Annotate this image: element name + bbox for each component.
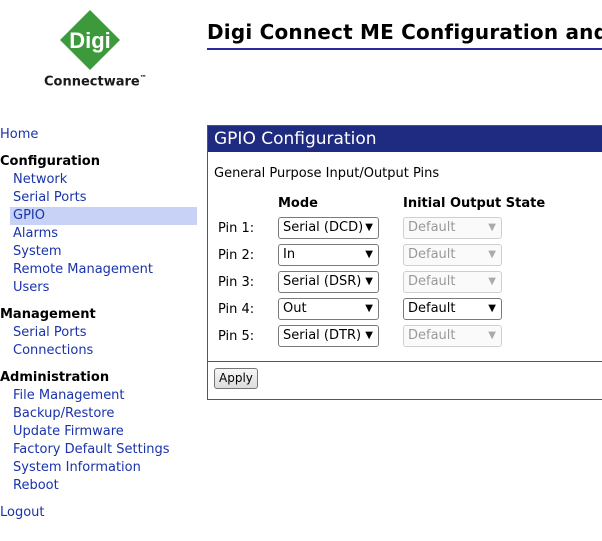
- pin-4-state-select[interactable]: Default ▼: [403, 298, 502, 320]
- chevron-down-icon: ▼: [488, 330, 496, 341]
- digi-logo: Digi Connectware™: [40, 8, 150, 92]
- chevron-down-icon: ▼: [488, 222, 496, 233]
- pin-3-mode-select[interactable]: Serial (DSR) ▼: [278, 271, 379, 293]
- pin-2-label: Pin 2:: [218, 248, 255, 263]
- pin-5-label: Pin 5:: [218, 329, 255, 344]
- pin-4-mode-select[interactable]: Out ▼: [278, 298, 379, 320]
- nav-file-management[interactable]: File Management: [0, 387, 200, 405]
- title-divider: [207, 48, 602, 50]
- nav-network[interactable]: Network: [0, 171, 200, 189]
- pin-1-label: Pin 1:: [218, 221, 255, 236]
- nav-connections[interactable]: Connections: [0, 342, 200, 360]
- pin-4-label: Pin 4:: [218, 302, 255, 317]
- panel-subtitle: General Purpose Input/Output Pins: [214, 166, 440, 181]
- chevron-down-icon: ▼: [365, 222, 373, 233]
- chevron-down-icon: ▼: [488, 249, 496, 260]
- pin-3-state-select: Default ▼: [403, 271, 502, 293]
- chevron-down-icon: ▼: [488, 276, 496, 287]
- nav-logout[interactable]: Logout: [0, 504, 200, 522]
- digi-logo-mark-text: Digi: [69, 28, 111, 53]
- pin-3-label: Pin 3:: [218, 275, 255, 290]
- nav-gpio[interactable]: GPIO: [10, 207, 197, 225]
- nav-reboot[interactable]: Reboot: [0, 477, 200, 495]
- nav-home[interactable]: Home: [0, 126, 200, 144]
- chevron-down-icon: ▼: [365, 276, 373, 287]
- pin-2-state-select: Default ▼: [403, 244, 502, 266]
- chevron-down-icon: ▼: [365, 330, 373, 341]
- panel-title: GPIO Configuration: [208, 126, 602, 152]
- nav-heading-administration: Administration: [0, 370, 110, 385]
- nav-alarms[interactable]: Alarms: [0, 225, 200, 243]
- panel-divider: [208, 361, 602, 362]
- nav-serial-ports[interactable]: Serial Ports: [0, 189, 200, 207]
- digi-logo-mark: Digi: [60, 10, 120, 70]
- nav-heading-management: Management: [0, 307, 96, 322]
- pin-1-state-select: Default ▼: [403, 217, 502, 239]
- pin-1-mode-select[interactable]: Serial (DCD) ▼: [278, 217, 379, 239]
- nav-mgmt-serial-ports[interactable]: Serial Ports: [0, 324, 200, 342]
- gpio-config-panel: GPIO Configuration General Purpose Input…: [207, 125, 602, 400]
- chevron-down-icon: ▼: [365, 303, 373, 314]
- nav-update-firmware[interactable]: Update Firmware: [0, 423, 200, 441]
- column-header-mode: Mode: [278, 196, 318, 211]
- pin-5-state-select: Default ▼: [403, 325, 502, 347]
- nav-users[interactable]: Users: [0, 279, 200, 297]
- pin-5-mode-select[interactable]: Serial (DTR) ▼: [278, 325, 379, 347]
- nav-factory-default-settings[interactable]: Factory Default Settings: [0, 441, 200, 459]
- nav-remote-management[interactable]: Remote Management: [0, 261, 200, 279]
- chevron-down-icon: ▼: [365, 249, 373, 260]
- pin-2-mode-select[interactable]: In ▼: [278, 244, 379, 266]
- page-title: Digi Connect ME Configuration and: [207, 20, 602, 44]
- apply-button[interactable]: Apply: [214, 368, 258, 389]
- logo-text: Connectware™: [44, 74, 147, 90]
- sidebar-nav: Home Configuration Network Serial Ports …: [0, 126, 200, 522]
- nav-heading-configuration: Configuration: [0, 154, 100, 169]
- nav-system[interactable]: System: [0, 243, 200, 261]
- chevron-down-icon: ▼: [488, 303, 496, 314]
- nav-system-information[interactable]: System Information: [0, 459, 200, 477]
- nav-backup-restore[interactable]: Backup/Restore: [0, 405, 200, 423]
- column-header-initial-output-state: Initial Output State: [403, 196, 546, 211]
